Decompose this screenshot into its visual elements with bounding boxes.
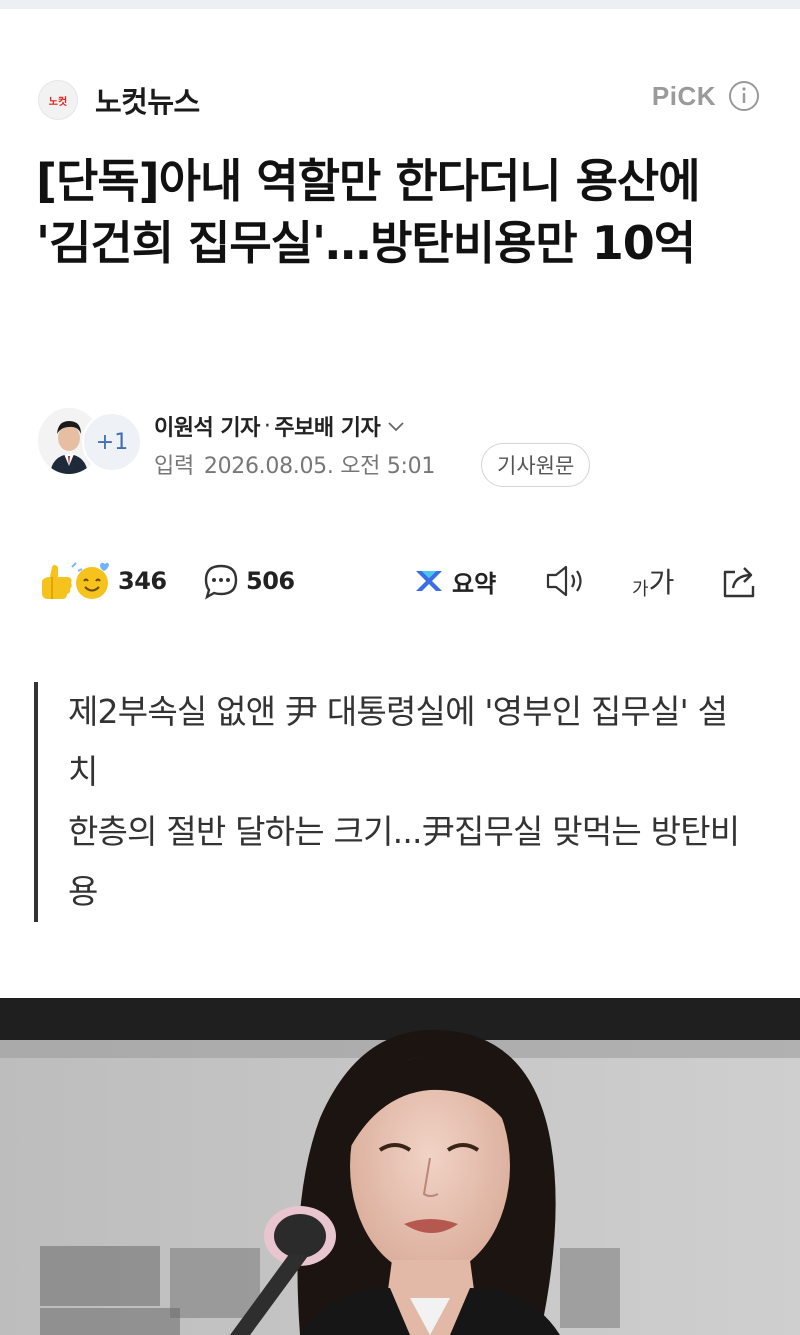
font-size-large: 가: [648, 566, 675, 599]
summary-line: 한층의 절반 달하는 크기...尹집무실 맞먹는 방탄비용: [68, 812, 740, 911]
summary-line: 제2부속실 없앤 尹 대통령실에 '영부인 집무실' 설치: [68, 692, 728, 791]
reaction-button[interactable]: 346: [38, 558, 167, 604]
share-icon: [723, 567, 755, 598]
reporter-name[interactable]: 주보배 기자: [274, 410, 380, 442]
summary-label: 요약: [452, 569, 497, 598]
article-title: [단독]아내 역할만 한다더니 용산에 '김건희 집무실'…방탄비용만 10억: [36, 154, 701, 270]
font-size-small: 가: [632, 579, 649, 600]
publisher-name[interactable]: 노컷뉴스: [95, 79, 200, 121]
reporter-avatars[interactable]: +1: [38, 408, 142, 478]
font-size-button[interactable]: 가 가: [632, 558, 674, 604]
date-label: 입력: [154, 454, 194, 479]
publisher-logo-text: 노컷: [48, 96, 68, 108]
comment-bubble-icon: [204, 564, 238, 600]
date-value: 2026.08.05. 오전 5:01: [203, 454, 436, 479]
chevron-down-icon[interactable]: [386, 419, 406, 433]
article-photo[interactable]: [0, 998, 800, 1335]
text-to-speech-button[interactable]: [544, 558, 590, 604]
summary-button[interactable]: 요약: [412, 558, 496, 604]
reaction-count: 346: [118, 567, 167, 595]
article-summary: 제2부속실 없앤 尹 대통령실에 '영부인 집무실' 설치 한층의 절반 달하는…: [34, 682, 754, 922]
reporter-name[interactable]: 이원석 기자: [154, 410, 260, 442]
share-button[interactable]: [720, 558, 760, 604]
pick-label: PiCK: [651, 80, 716, 111]
pick-badge[interactable]: PiCK: [652, 80, 760, 112]
reporter-names[interactable]: 이원석 기자 · 주보배 기자: [154, 410, 406, 442]
comment-button[interactable]: 506: [202, 558, 295, 604]
reporter-separator: ·: [263, 413, 271, 439]
published-date: 입력 2026.08.05. 오전 5:01: [154, 448, 435, 480]
comment-count: 506: [246, 567, 295, 595]
publisher-logo[interactable]: 노컷: [38, 80, 78, 120]
article-toolbar: 346 506 요약 가 가: [38, 558, 768, 604]
info-circle-icon[interactable]: [728, 80, 760, 112]
original-article-button[interactable]: 기사원문: [481, 443, 591, 487]
publisher-header[interactable]: 노컷 노컷뉴스: [38, 78, 200, 122]
font-size-icon: 가 가: [632, 561, 674, 601]
article-photo-image: [0, 998, 800, 1335]
reaction-emoji-icon: [42, 562, 109, 599]
ai-summary-icon: [416, 571, 442, 591]
speaker-icon: [546, 565, 582, 597]
status-strip: [0, 0, 800, 9]
more-reporters-badge[interactable]: +1: [82, 412, 142, 472]
